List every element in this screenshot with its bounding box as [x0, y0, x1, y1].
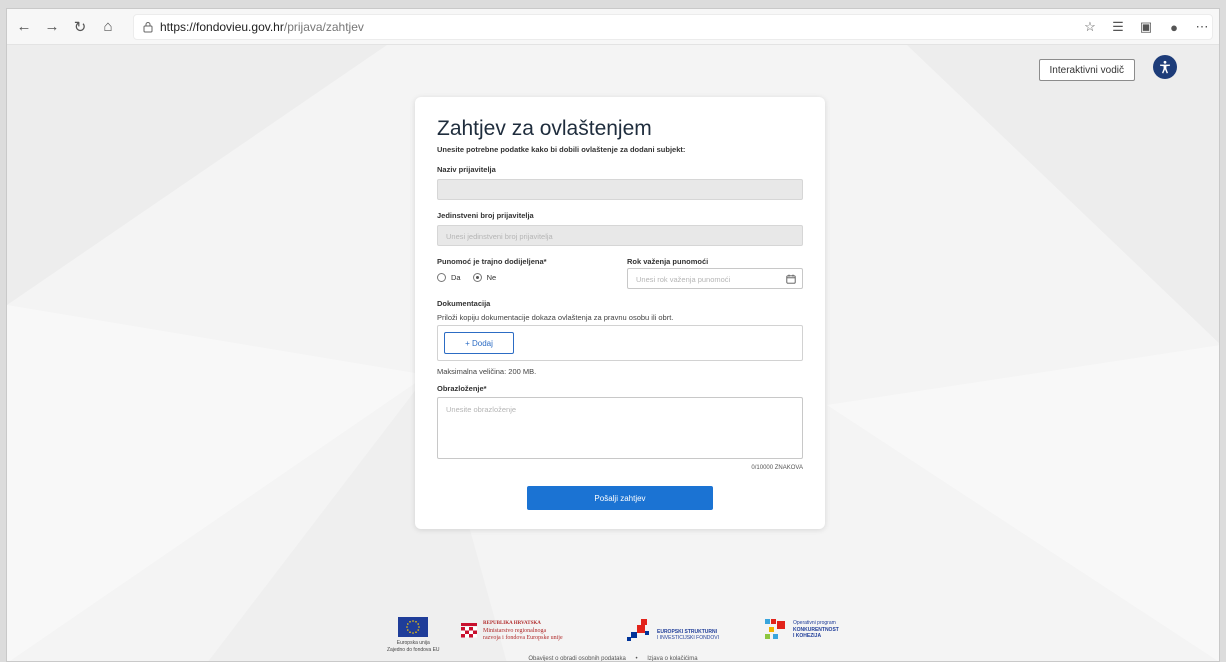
reason-placeholder: Unesite obrazloženje	[446, 405, 517, 414]
forward-icon[interactable]: →	[41, 16, 63, 38]
eu-logo: Europska unija Zajedno do fondova EU	[387, 617, 440, 653]
op-logo: Operativni program KONKURENTNOST I KOHEZ…	[765, 619, 839, 641]
page-title: Zahtjev za ovlaštenjem	[437, 117, 652, 140]
privacy-notice-link[interactable]: Obavijest o obradi osobnih podataka	[528, 656, 625, 661]
reason-textarea[interactable]: Unesite obrazloženje	[437, 397, 803, 459]
address-bar[interactable]: https://fondovieu.gov.hr/prijava/zahtjev	[133, 13, 1213, 40]
form-subtitle: Unesite potrebne podatke kako bi dobili …	[437, 145, 686, 154]
collections-icon[interactable]: ▣	[1135, 16, 1157, 38]
validity-placeholder: Unesi rok važenja punomoći	[636, 275, 731, 284]
favorite-icon[interactable]: ☆	[1079, 16, 1101, 38]
validity-date-field[interactable]: Unesi rok važenja punomoći	[627, 268, 803, 289]
page-content: Interaktivni vodič Zahtjev za ovlaštenje…	[7, 45, 1219, 662]
op-text: Operativni program KONKURENTNOST I KOHEZ…	[793, 620, 839, 640]
esif-text: EUROPSKI STRUKTURNI I INVESTICIJSKI FOND…	[657, 628, 719, 642]
authorization-request-form: Zahtjev za ovlaštenjem Unesite potrebne …	[415, 97, 825, 529]
op-graphic-icon	[765, 619, 785, 639]
favorites-list-icon[interactable]: ☰	[1107, 16, 1129, 38]
calendar-icon[interactable]	[786, 274, 796, 284]
browser-toolbar: ← → ↻ ⌂ https://fondovieu.gov.hr/prijava…	[7, 9, 1219, 45]
url-text: https://fondovieu.gov.hr/prijava/zahtjev	[160, 19, 364, 34]
ministry-logo: REPUBLIKA HRVATSKA Ministarstvo regional…	[461, 621, 563, 643]
ministry-text: REPUBLIKA HRVATSKA Ministarstvo regional…	[483, 621, 563, 642]
reason-label: Obrazloženje*	[437, 384, 487, 393]
max-size-note: Maksimalna veličina: 200 MB.	[437, 367, 537, 376]
applicant-id-placeholder: Unesi jedinstveni broj prijavitelja	[446, 232, 553, 241]
permanent-power-label: Punomoć je trajno dodijeljena*	[437, 257, 547, 266]
footer-links: Obavijest o obradi osobnih podataka • Iz…	[7, 656, 1219, 662]
accessibility-icon	[1160, 60, 1170, 74]
home-icon[interactable]: ⌂	[97, 16, 119, 38]
footer-link-separator: •	[635, 656, 638, 662]
lock-icon	[143, 21, 153, 32]
applicant-name-label: Naziv prijavitelja	[437, 165, 496, 174]
radio-yes-label: Da	[451, 273, 461, 282]
submit-request-button[interactable]: Pošalji zahtjev	[527, 486, 713, 510]
esif-graphic-icon	[627, 619, 649, 641]
interactive-guide-button[interactable]: Interaktivni vodič	[1038, 59, 1135, 81]
file-dropzone[interactable]: + Dodaj	[437, 325, 803, 361]
eu-logo-text: Europska unija Zajedno do fondova EU	[387, 640, 440, 653]
browser-window: ← → ↻ ⌂ https://fondovieu.gov.hr/prijava…	[6, 8, 1220, 662]
more-icon[interactable]: ⋯	[1191, 16, 1213, 38]
radio-no-label: Ne	[486, 273, 497, 282]
applicant-id-field[interactable]: Unesi jedinstveni broj prijavitelja	[437, 225, 803, 246]
footer: Europska unija Zajedno do fondova EU REP…	[7, 613, 1219, 662]
applicant-name-field[interactable]	[437, 179, 803, 200]
radio-no[interactable]	[472, 273, 482, 282]
documentation-help: Priloži kopiju dokumentacije dokaza ovla…	[437, 313, 674, 322]
permanent-power-radio-group: Da Ne	[437, 273, 496, 282]
esif-logo: EUROPSKI STRUKTURNI I INVESTICIJSKI FOND…	[627, 619, 719, 643]
profile-icon[interactable]: ●	[1163, 16, 1185, 38]
accessibility-button[interactable]	[1153, 55, 1177, 79]
radio-yes[interactable]	[437, 273, 446, 282]
documentation-label: Dokumentacija	[437, 299, 491, 308]
eu-flag-icon	[398, 617, 429, 637]
add-file-button[interactable]: + Dodaj	[444, 332, 514, 354]
refresh-icon[interactable]: ↻	[69, 16, 91, 38]
applicant-id-label: Jedinstveni broj prijavitelja	[437, 211, 534, 220]
croatian-coat-of-arms-icon	[461, 623, 477, 638]
character-counter: 0/10000 ZNAKOVA	[751, 465, 803, 471]
back-icon[interactable]: ←	[13, 16, 35, 38]
validity-label: Rok važenja punomoći	[627, 257, 709, 266]
cookie-statement-link[interactable]: Izjava o kolačićima	[647, 656, 697, 661]
